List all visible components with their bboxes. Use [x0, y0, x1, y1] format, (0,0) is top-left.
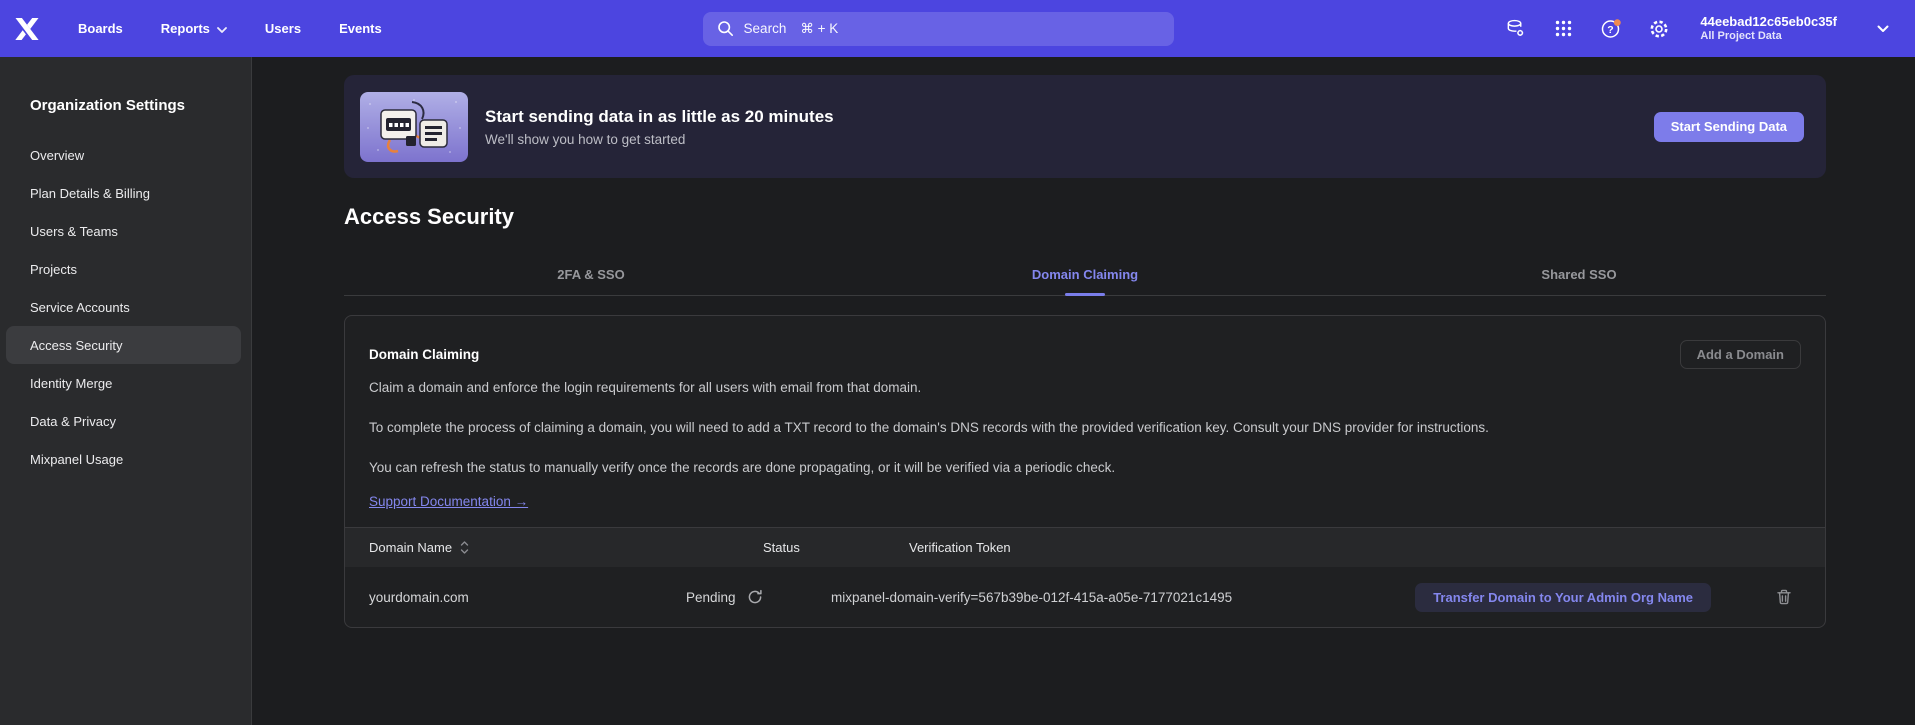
- project-switcher[interactable]: 44eebad12c65eb0c35f All Project Data: [1700, 14, 1837, 44]
- transfer-domain-button[interactable]: Transfer Domain to Your Admin Org Name: [1415, 583, 1711, 612]
- project-chevron-down-icon[interactable]: [1877, 25, 1889, 33]
- chevron-down-icon: [217, 21, 227, 36]
- nav-item-events[interactable]: Events: [339, 21, 382, 36]
- add-domain-button[interactable]: Add a Domain: [1680, 340, 1801, 369]
- apps-grid-icon[interactable]: [1552, 18, 1574, 40]
- devices-illustration: [360, 92, 468, 162]
- sidebar-item-overview[interactable]: Overview: [6, 136, 241, 174]
- sidebar-item-plan-details-billing[interactable]: Plan Details & Billing: [6, 174, 241, 212]
- domains-table: Domain Name Status Verification Token yo…: [345, 527, 1825, 627]
- sidebar-item-service-accounts[interactable]: Service Accounts: [6, 288, 241, 326]
- panel-body: Domain Claiming Add a Domain Claim a dom…: [345, 316, 1825, 511]
- nav-item-users[interactable]: Users: [265, 21, 301, 36]
- row-actions: Transfer Domain to Your Admin Org Name: [1415, 583, 1801, 612]
- panel-header: Domain Claiming Add a Domain: [369, 340, 1801, 369]
- column-header-domain-name[interactable]: Domain Name: [369, 540, 763, 555]
- tab-2fa-sso[interactable]: 2FA & SSO: [344, 257, 838, 295]
- sidebar-item-identity-merge[interactable]: Identity Merge: [6, 364, 241, 402]
- sidebar-item-access-security[interactable]: Access Security: [6, 326, 241, 364]
- top-nav: Boards Reports Users Events Search ⌘ + K: [0, 0, 1915, 57]
- verification-token-cell: mixpanel-domain-verify=567b39be-012f-415…: [831, 590, 1415, 605]
- search-placeholder: Search: [744, 21, 787, 36]
- panel-description-1: Claim a domain and enforce the login req…: [369, 376, 1559, 400]
- sidebar-item-data-privacy[interactable]: Data & Privacy: [6, 402, 241, 440]
- search-area: Search ⌘ + K: [382, 12, 1505, 46]
- sort-icon[interactable]: [460, 541, 469, 554]
- search-input[interactable]: Search ⌘ + K: [703, 12, 1174, 46]
- support-documentation-link[interactable]: Support Documentation →: [369, 494, 528, 509]
- org-settings-sidebar: Organization Settings Overview Plan Deta…: [0, 57, 252, 725]
- tab-domain-claiming[interactable]: Domain Claiming: [838, 257, 1332, 295]
- table-header-row: Domain Name Status Verification Token: [345, 527, 1825, 567]
- settings-gear-icon[interactable]: [1648, 18, 1670, 40]
- banner-text: Start sending data in as little as 20 mi…: [485, 107, 834, 147]
- sidebar-item-mixpanel-usage[interactable]: Mixpanel Usage: [6, 440, 241, 478]
- main-content: Start sending data in as little as 20 mi…: [252, 57, 1915, 725]
- page-title: Access Security: [344, 204, 1826, 230]
- sidebar-title: Organization Settings: [0, 97, 251, 114]
- nav-right-cluster: ? 44eebad12c65eb0c35f All Project Data: [1504, 14, 1889, 44]
- panel-description-2: To complete the process of claiming a do…: [369, 416, 1559, 440]
- delete-domain-trash-icon[interactable]: [1775, 588, 1793, 606]
- search-shortcut: ⌘ + K: [800, 21, 838, 37]
- banner-title: Start sending data in as little as 20 mi…: [485, 107, 834, 127]
- nav-item-boards[interactable]: Boards: [78, 21, 123, 36]
- panel-title: Domain Claiming: [369, 340, 479, 369]
- table-row: yourdomain.com Pending mixpanel-domain-v…: [345, 567, 1825, 627]
- sidebar-list: Overview Plan Details & Billing Users & …: [0, 136, 251, 478]
- svg-text:?: ?: [1608, 24, 1614, 36]
- banner-subtitle: We'll show you how to get started: [485, 132, 834, 147]
- data-management-icon[interactable]: [1504, 18, 1526, 40]
- help-icon[interactable]: ?: [1600, 18, 1622, 40]
- column-header-verification-token: Verification Token: [909, 540, 1801, 555]
- access-security-tabs: 2FA & SSO Domain Claiming Shared SSO: [344, 257, 1826, 296]
- status-text: Pending: [686, 590, 736, 605]
- domain-name-cell: yourdomain.com: [369, 590, 686, 605]
- mixpanel-logo[interactable]: [14, 17, 40, 41]
- domain-claiming-panel: Domain Claiming Add a Domain Claim a dom…: [344, 315, 1826, 628]
- panel-description-3: You can refresh the status to manually v…: [369, 456, 1559, 480]
- search-icon: [717, 20, 734, 37]
- project-id: 44eebad12c65eb0c35f: [1700, 14, 1837, 30]
- project-scope: All Project Data: [1700, 30, 1837, 44]
- onboarding-banner: Start sending data in as little as 20 mi…: [344, 75, 1826, 178]
- status-cell: Pending: [686, 589, 831, 605]
- column-header-status: Status: [763, 540, 909, 555]
- refresh-status-icon[interactable]: [747, 589, 763, 605]
- sidebar-item-projects[interactable]: Projects: [6, 250, 241, 288]
- primary-nav: Boards Reports Users Events: [78, 21, 382, 36]
- nav-item-reports[interactable]: Reports: [161, 21, 227, 36]
- sidebar-item-users-teams[interactable]: Users & Teams: [6, 212, 241, 250]
- start-sending-data-button[interactable]: Start Sending Data: [1654, 112, 1804, 142]
- tab-shared-sso[interactable]: Shared SSO: [1332, 257, 1826, 295]
